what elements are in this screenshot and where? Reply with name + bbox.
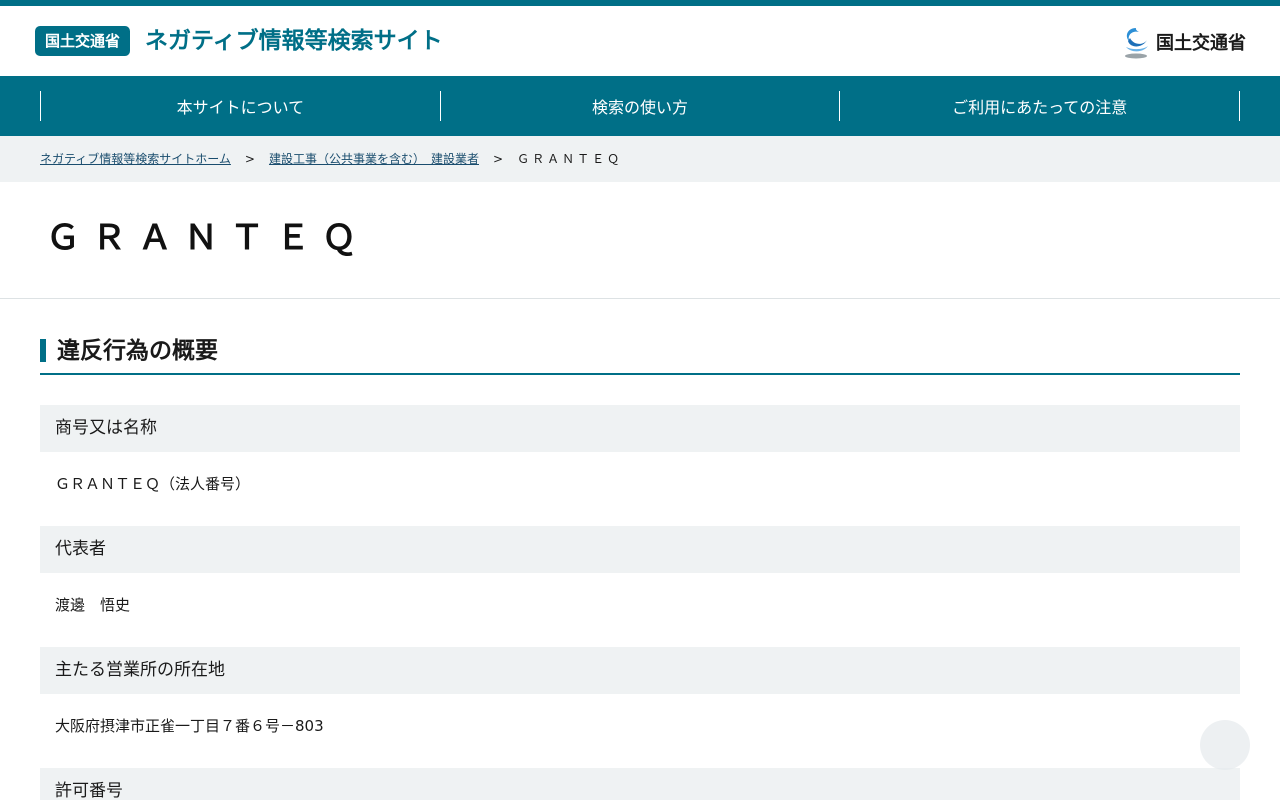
breadcrumb-home-link[interactable]: ネガティブ情報等検索サイトホーム	[40, 151, 231, 167]
section-heading-text: 違反行為の概要	[57, 338, 218, 364]
field-main-office-address: 主たる営業所の所在地 大阪府摂津市正雀一丁目７番６号－803	[40, 647, 1240, 768]
site-title[interactable]: ネガティブ情報等検索サイト	[145, 25, 443, 57]
heading-accent-bar	[40, 339, 46, 362]
breadcrumb-current: ＧＲＡＮＴＥＱ	[517, 152, 623, 166]
field-label: 主たる営業所の所在地	[40, 647, 1240, 694]
back-to-top-button[interactable]	[1200, 720, 1250, 770]
nav-item-usage-notes[interactable]: ご利用にあたっての注意	[839, 91, 1241, 121]
field-company-name: 商号又は名称 ＧＲＡＮＴＥＱ（法人番号）	[40, 405, 1240, 526]
field-value: 大阪府摂津市正雀一丁目７番６号－803	[55, 717, 324, 735]
field-label: 代表者	[40, 526, 1240, 573]
nav-item-how-to-search[interactable]: 検索の使い方	[439, 91, 840, 121]
global-nav: 本サイトについて 検索の使い方 ご利用にあたっての注意	[0, 76, 1280, 136]
breadcrumb-separator: >	[493, 152, 504, 166]
ministry-badge[interactable]: 国土交通省	[35, 26, 131, 56]
breadcrumb-separator: >	[244, 152, 255, 166]
field-label: 許可番号	[40, 768, 1240, 800]
field-label: 商号又は名称	[40, 405, 1240, 452]
field-license-number: 許可番号	[40, 768, 1240, 800]
page-title-area: ＧＲＡＮＴＥＱ	[0, 182, 1280, 299]
breadcrumb: ネガティブ情報等検索サイトホーム > 建設工事（公共事業を含む） 建設業者 > …	[0, 136, 1280, 182]
ministry-logo[interactable]: 国土交通省	[1122, 24, 1246, 60]
site-header: 国土交通省 ネガティブ情報等検索サイト 国土交通省	[0, 6, 1280, 76]
mlit-logo-icon	[1125, 28, 1148, 59]
nav-item-about[interactable]: 本サイトについて	[40, 91, 440, 121]
field-value: ＧＲＡＮＴＥＱ（法人番号）	[55, 475, 251, 493]
field-value: 渡邊 悟史	[55, 596, 131, 614]
field-representative: 代表者 渡邊 悟史	[40, 526, 1240, 647]
breadcrumb-category-link[interactable]: 建設工事（公共事業を含む） 建設業者	[269, 151, 479, 167]
section-heading: 違反行為の概要	[40, 334, 1240, 375]
logo-text: 国土交通省	[1156, 33, 1246, 54]
page-title: ＧＲＡＮＴＥＱ	[46, 218, 368, 258]
